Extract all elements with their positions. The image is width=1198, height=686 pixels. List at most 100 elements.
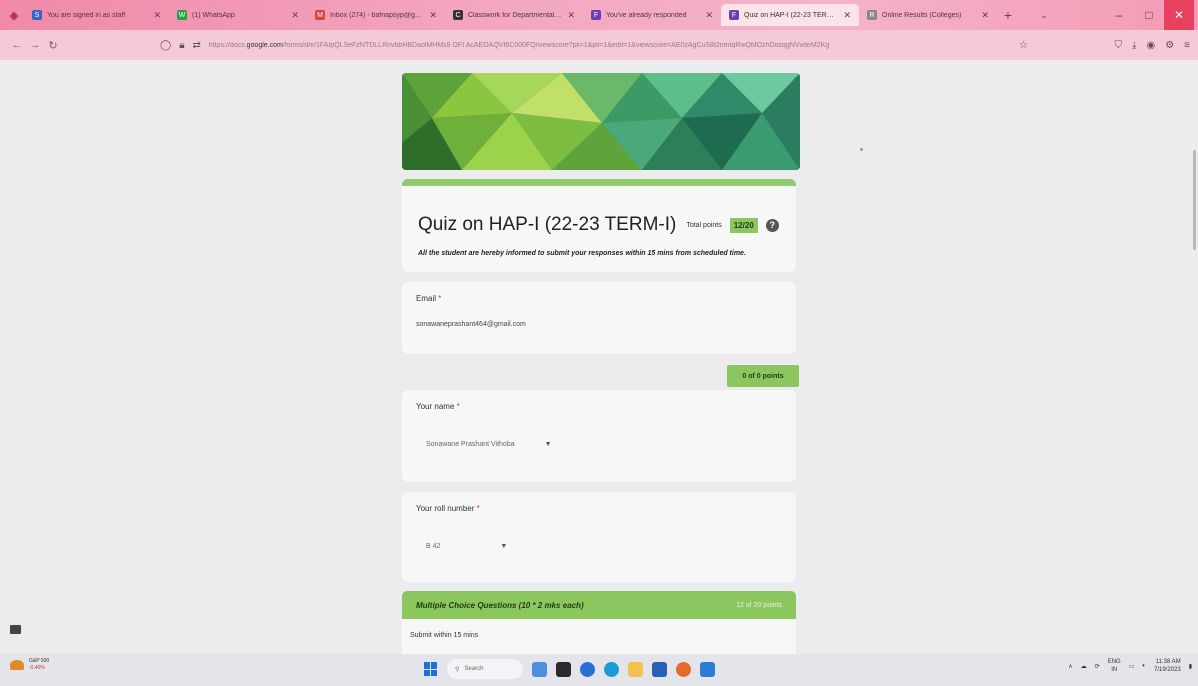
- monitor-icon[interactable]: ▭: [1129, 663, 1135, 670]
- downloads-icon[interactable]: ⤓: [1132, 40, 1136, 51]
- required-asterisk: *: [438, 294, 442, 303]
- form-description: All the student are hereby informed to s…: [418, 250, 746, 257]
- back-arrow-icon[interactable]: ←: [8, 39, 26, 51]
- page-scrollbar[interactable]: [1193, 150, 1196, 250]
- tab-close-icon[interactable]: ✕: [843, 10, 851, 21]
- lock-icon[interactable]: 🔒︎: [179, 40, 184, 51]
- section-header: Multiple Choice Questions (10 * 2 mks ea…: [402, 591, 796, 619]
- shield-icon[interactable]: ◯: [160, 40, 171, 51]
- name-question-label: Your name *: [416, 402, 460, 411]
- market-widget-text: G&P 500 -0.40%: [29, 658, 49, 672]
- taskbar-apps: ⚲ Search: [424, 659, 715, 679]
- taskbar-search[interactable]: ⚲ Search: [447, 659, 523, 679]
- help-icon[interactable]: ?: [765, 218, 779, 232]
- tab-label: Online Results (Colleges): [882, 11, 962, 19]
- page-content: Quiz on HAP-I (22-23 TERM-I) Total point…: [0, 60, 1198, 654]
- roll-number-question-label: Your roll number *: [416, 504, 480, 513]
- account-icon[interactable]: ◉: [1146, 40, 1155, 51]
- windows-start-icon[interactable]: [424, 662, 438, 676]
- name-select[interactable]: Sonawane Prashant Vithoba ▼: [426, 441, 782, 448]
- widgets-button[interactable]: G&P 500 -0.40%: [10, 658, 49, 672]
- notification-icon[interactable]: ▮: [1189, 663, 1192, 670]
- dropdown-caret-icon[interactable]: ▼: [500, 543, 507, 550]
- roll-number-question-card: Your roll number * B 42 ▼: [402, 492, 796, 582]
- extensions-icon[interactable]: ⚙: [1165, 40, 1174, 51]
- url-text: https://docs.google.com/forms/d/e/1FAIpQ…: [208, 41, 830, 49]
- tab-close-icon[interactable]: ✕: [705, 10, 713, 21]
- cloud-icon[interactable]: ☁: [1081, 663, 1087, 670]
- menu-icon[interactable]: ≡: [1184, 40, 1190, 51]
- classroom-icon: C: [453, 10, 463, 20]
- email-value: sonawaneprashant464@gmail.com: [416, 321, 526, 328]
- firefox-view-icon[interactable]: ◈: [4, 5, 24, 25]
- market-widget-icon: [10, 660, 24, 670]
- tab-close-icon[interactable]: ✕: [153, 10, 161, 21]
- form-title-card: Quiz on HAP-I (22-23 TERM-I) Total point…: [402, 179, 796, 272]
- tab-close-icon[interactable]: ✕: [981, 10, 989, 21]
- required-asterisk: *: [476, 504, 480, 513]
- results-icon: R: [867, 10, 877, 20]
- list-all-tabs-icon[interactable]: ⌄: [1033, 10, 1055, 21]
- forms-icon: F: [729, 10, 739, 20]
- feedback-icon[interactable]: [10, 625, 21, 634]
- reload-icon[interactable]: ↻: [44, 39, 62, 52]
- word-icon[interactable]: [700, 661, 715, 677]
- address-bar[interactable]: ◯ 🔒︎ ⇄ https://docs.google.com/forms/d/e…: [154, 34, 1034, 56]
- total-points-label: Total points: [686, 221, 722, 229]
- browser-toolbar: ← → ↻ ◯ 🔒︎ ⇄ https://docs.google.com/for…: [0, 30, 1198, 60]
- pocket-icon[interactable]: ⛉: [1115, 40, 1123, 51]
- tab-whatsapp[interactable]: W (1) WhatsApp ✕: [169, 4, 307, 26]
- tab-signed-in[interactable]: S You are signed in as staff ✕: [24, 4, 169, 26]
- forward-arrow-icon[interactable]: →: [26, 39, 44, 51]
- sync-icon[interactable]: ⟳: [1095, 663, 1100, 670]
- edge-icon[interactable]: [604, 661, 619, 677]
- roll-number-select[interactable]: B 42 ▼: [426, 543, 782, 550]
- search-icon: ⚲: [455, 666, 460, 673]
- chat-app-icon[interactable]: [580, 661, 595, 677]
- clock[interactable]: 11:38 AM 7/19/2023: [1154, 658, 1181, 674]
- task-view-icon[interactable]: [532, 661, 547, 677]
- market-index: G&P 500: [29, 658, 50, 664]
- maximize-icon[interactable]: □: [1134, 8, 1164, 22]
- tab-gmail-inbox[interactable]: M Inbox (274) - bafnapsyp@g... ✕: [307, 4, 445, 26]
- system-tray: ∧ ☁ ⟳ ENG IN ▭ 🔈︎ 11:38 AM 7/19/2023 ▮: [1068, 658, 1192, 674]
- tray-overflow-icon[interactable]: ∧: [1068, 663, 1072, 670]
- toolbar-actions: ⛉ ⤓ ◉ ⚙ ≡: [1115, 30, 1190, 60]
- total-points-score: 12/20: [729, 217, 758, 233]
- dropdown-caret-icon[interactable]: ▼: [545, 441, 552, 448]
- new-tab-plus-icon[interactable]: +: [997, 7, 1019, 23]
- email-label: Email *: [416, 294, 442, 303]
- tab-label: You are signed in as staff: [47, 11, 126, 19]
- form-header-image: [402, 73, 800, 170]
- tab-classwork[interactable]: C Classwork for Departmental (... ✕: [445, 4, 583, 26]
- language-indicator[interactable]: ENG IN: [1108, 658, 1121, 674]
- market-change: -0.40%: [29, 665, 45, 671]
- file-explorer-icon[interactable]: [628, 661, 643, 677]
- form-title: Quiz on HAP-I (22-23 TERM-I): [418, 214, 677, 235]
- roll-number-select-value: B 42: [426, 543, 441, 550]
- tab-close-icon[interactable]: ✕: [567, 10, 575, 21]
- required-asterisk: *: [456, 402, 460, 411]
- section-points: 12 of 20 points: [736, 601, 782, 609]
- tab-close-icon[interactable]: ✕: [291, 10, 299, 21]
- tab-label: Classwork for Departmental (...: [468, 11, 563, 19]
- firefox-icon[interactable]: [676, 661, 691, 677]
- forms-icon: F: [591, 10, 601, 20]
- tab-already-responded[interactable]: F You've already responded ✕: [583, 4, 721, 26]
- close-window-icon[interactable]: ✕: [1164, 0, 1194, 30]
- name-question-card: Your name * Sonawane Prashant Vithoba ▼: [402, 390, 796, 482]
- tab-quiz-active[interactable]: F Quiz on HAP-I (22-23 TERM-I) ✕: [721, 4, 859, 26]
- tab-close-icon[interactable]: ✕: [429, 10, 437, 21]
- section-description-card: Submit within 15 mins: [402, 619, 796, 654]
- file-explorer-dark-icon[interactable]: [556, 661, 571, 677]
- minimize-icon[interactable]: –: [1104, 8, 1134, 22]
- tab-favicon-icon: S: [32, 10, 42, 20]
- store-icon[interactable]: [652, 661, 667, 677]
- tab-online-results[interactable]: R Online Results (Colleges) ✕: [859, 4, 997, 26]
- speaker-icon[interactable]: 🔈︎: [1142, 663, 1146, 670]
- tab-label: Inbox (274) - bafnapsyp@g...: [330, 11, 421, 19]
- taskbar-search-placeholder: Search: [464, 666, 484, 672]
- bookmark-star-icon[interactable]: ☆: [1019, 40, 1028, 51]
- whatsapp-icon: W: [177, 10, 187, 20]
- permissions-icon[interactable]: ⇄: [193, 40, 201, 51]
